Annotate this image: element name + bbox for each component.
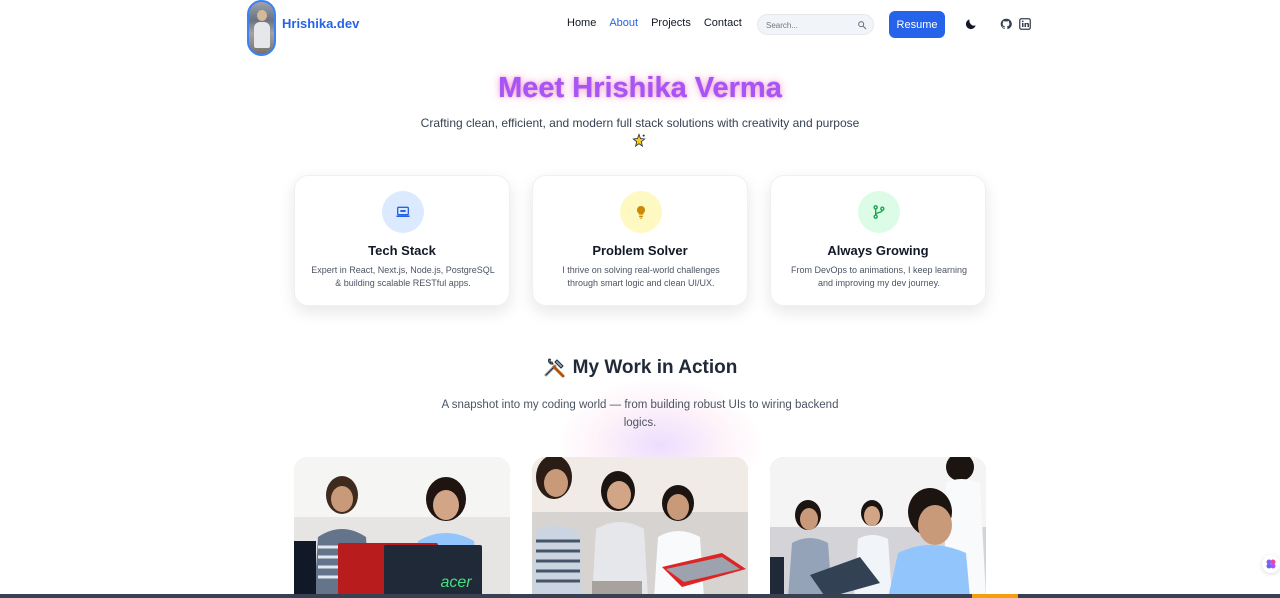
search-icon[interactable] [857,20,867,30]
section-heading: My Work in Action [0,356,1280,380]
card-title: Problem Solver [592,243,688,258]
git-branch-icon [858,191,900,233]
github-icon[interactable] [1000,18,1012,30]
feature-cards: Tech Stack Expert in React, Next.js, Nod… [294,175,986,306]
laptop-brand-label: acer [440,574,472,591]
sparkle-icon [632,133,646,148]
linkedin-icon[interactable] [1019,18,1031,30]
hero-subtitle: Crafting clean, efficient, and modern fu… [420,116,860,130]
bottom-accent [972,594,1018,598]
card-title: Tech Stack [368,243,436,258]
card-text: From DevOps to animations, I keep learni… [790,265,968,288]
resume-button[interactable]: Resume [889,11,945,38]
feature-card-always-growing: Always Growing From DevOps to animations… [770,175,986,306]
lightbulb-icon [620,191,662,233]
site-header: Hrishika.dev Home About Projects Contact… [0,0,1280,56]
section-subtitle: A snapshot into my coding world — from b… [441,399,839,429]
moon-icon[interactable] [964,17,978,31]
nav-contact[interactable]: Contact [704,17,742,29]
assistant-launcher-icon[interactable] [1262,555,1280,573]
card-text: Expert in React, Next.js, Node.js, Postg… [311,265,495,288]
brand-name[interactable]: Hrishika.dev [282,16,359,31]
card-text: I thrive on solving real-world challenge… [562,265,720,288]
tools-icon [544,358,565,378]
gallery-photo[interactable] [770,457,986,598]
laptop-icon [382,191,424,233]
gallery-photo[interactable] [532,457,748,598]
photo-gallery: acer [294,457,986,598]
card-title: Always Growing [827,243,929,258]
main-nav: Home About Projects Contact [567,17,742,29]
gallery-photo[interactable]: acer [294,457,510,598]
logo[interactable] [247,0,276,56]
section-title: My Work in Action [572,357,738,378]
hero-title: Meet Hrishika Verma [0,72,1280,105]
nav-about[interactable]: About [609,17,638,29]
feature-card-problem-solver: Problem Solver I thrive on solving real-… [532,175,748,306]
search-box [757,14,874,35]
search-input[interactable] [766,18,856,32]
feature-card-tech-stack: Tech Stack Expert in React, Next.js, Nod… [294,175,510,306]
avatar [247,0,276,56]
bottom-strip [0,594,1280,598]
nav-home[interactable]: Home [567,17,596,29]
nav-projects[interactable]: Projects [651,17,691,29]
